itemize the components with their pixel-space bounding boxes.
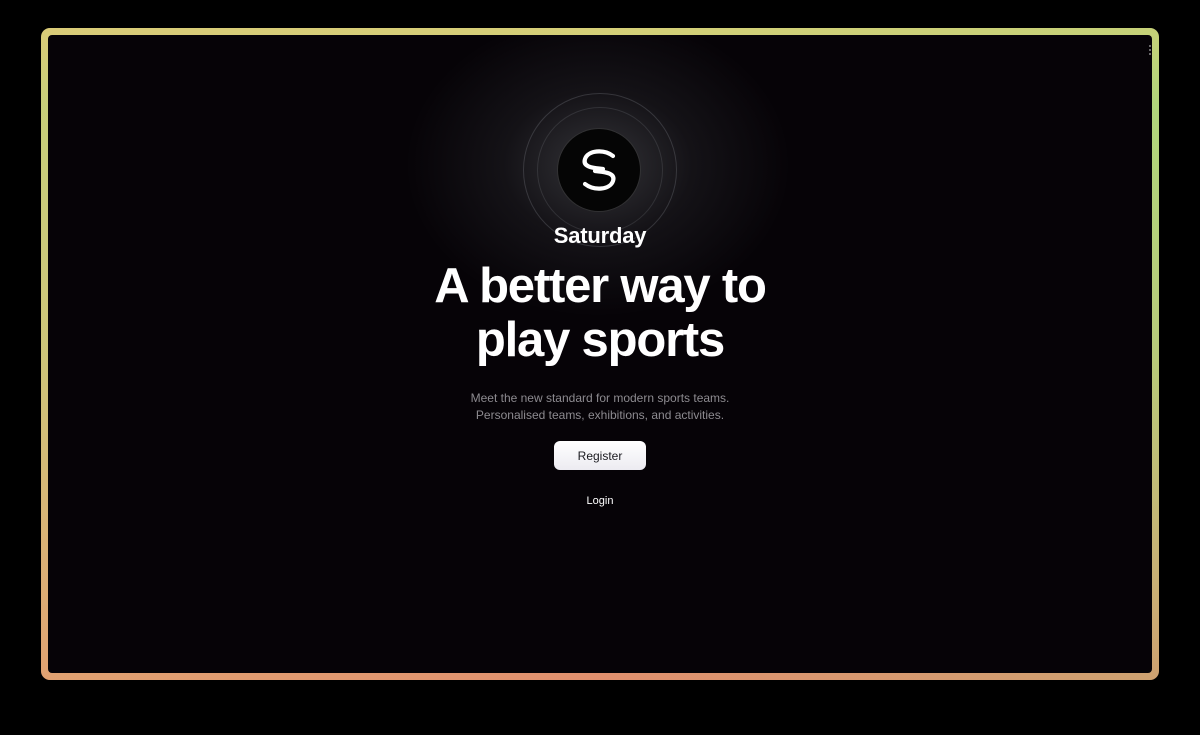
hero-subtitle-line1: Meet the new standard for modern sports … [470,391,730,405]
saturday-logo-icon [558,129,640,211]
resize-handle-icon[interactable] [1147,45,1152,55]
login-link[interactable]: Login [587,495,614,507]
register-button[interactable]: Register [554,441,646,470]
hero-headline-line2: play sports [475,313,725,367]
hero-subtitle-line2: Personalised teams, exhibitions, and act… [475,408,725,422]
brand-name: Saturday [553,223,647,248]
login-link-container: Login [48,495,1152,507]
app-screen: Saturday A better way to play sports Mee… [48,35,1152,673]
hero-headline: A better way to play sports [48,259,1152,367]
hero-subtitle: Meet the new standard for modern sports … [48,390,1152,424]
window-frame: Saturday A better way to play sports Mee… [41,28,1159,680]
hero-headline-line1: A better way to [434,259,767,313]
